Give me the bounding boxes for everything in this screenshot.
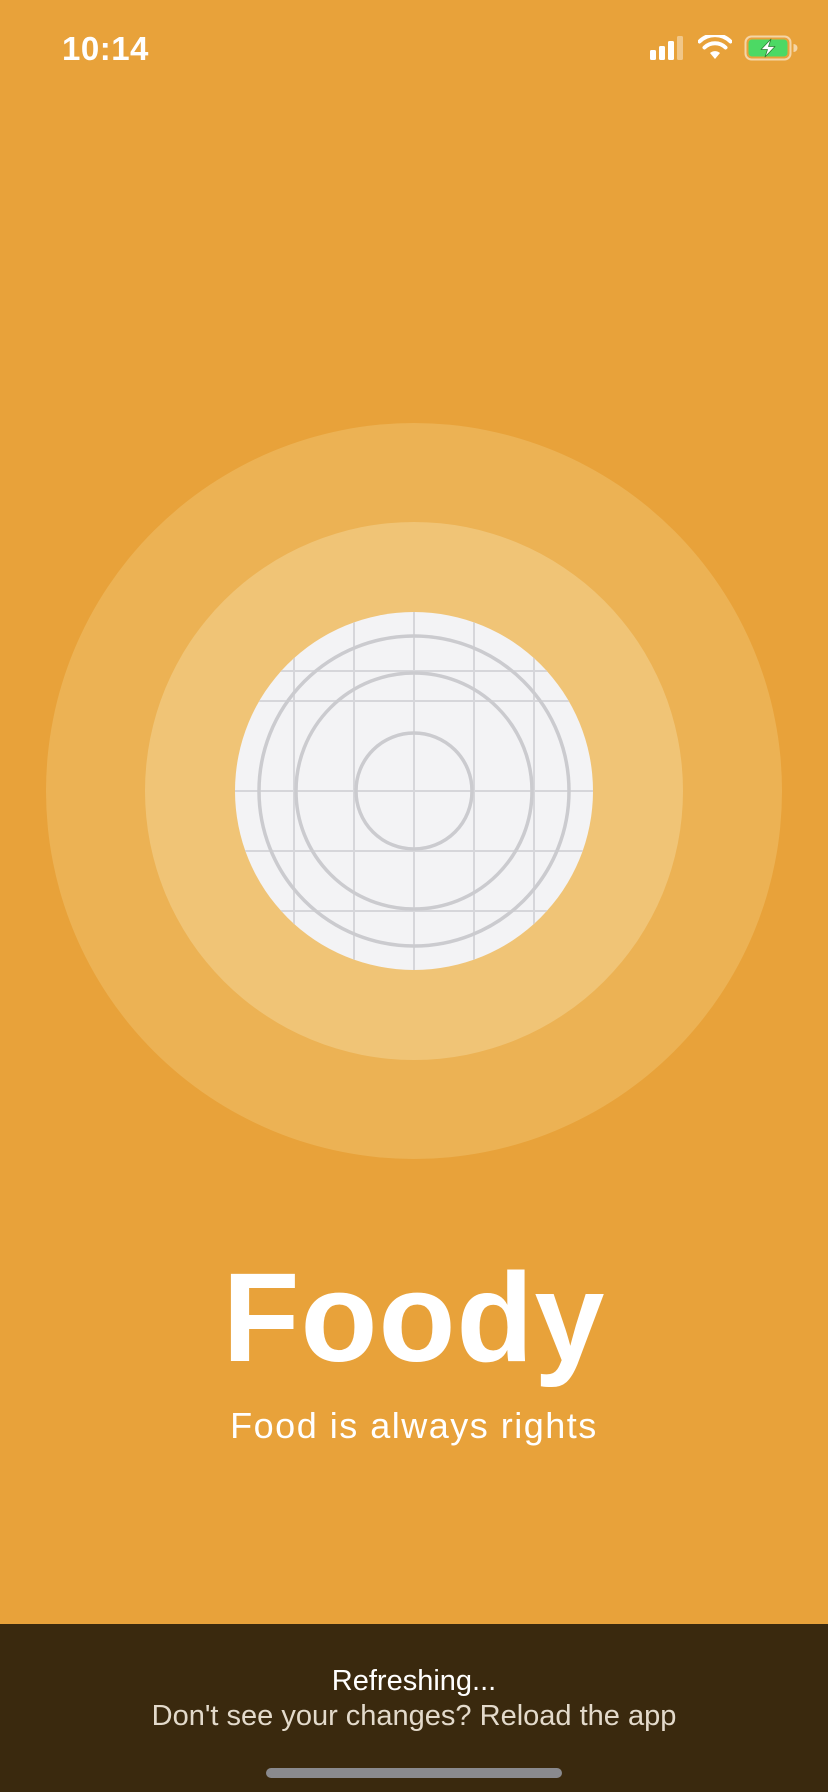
hero-illustration [46, 423, 782, 1159]
refresh-banner[interactable]: Refreshing... Don't see your changes? Re… [0, 1624, 828, 1792]
reload-hint-text[interactable]: Don't see your changes? Reload the app [0, 1699, 828, 1733]
plate-grid-illustration-icon [235, 612, 593, 970]
app-title: Foody [222, 1247, 606, 1388]
app-tagline: Food is always rights [230, 1405, 598, 1446]
cellular-signal-icon [650, 35, 686, 65]
wifi-icon [697, 32, 733, 66]
refresh-status-text: Refreshing... [331, 1665, 497, 1697]
splash-screen: 10:14 Foody Food is always rights Refres… [0, 0, 828, 1792]
home-indicator[interactable] [266, 1768, 562, 1778]
status-bar: 10:14 [0, 0, 828, 100]
status-time: 10:14 [62, 30, 149, 67]
status-icons [650, 32, 798, 66]
battery-charging-icon [744, 35, 798, 66]
